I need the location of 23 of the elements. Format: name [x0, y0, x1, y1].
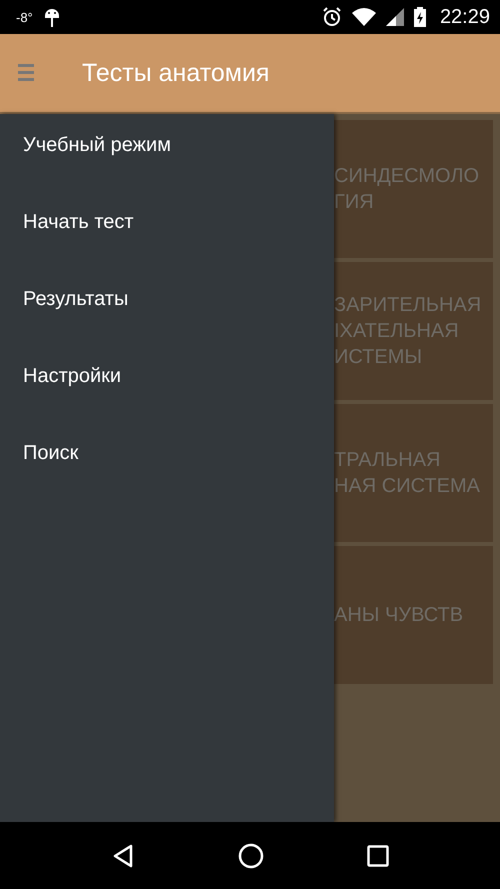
alarm-icon: [322, 7, 342, 27]
card-label: НАЯ СИСТЕМА: [334, 474, 481, 499]
back-icon[interactable]: [111, 844, 136, 868]
card-label: АНЫ ЧУВСТВ: [334, 603, 464, 628]
card-label: ТРАЛЬНАЯ: [334, 448, 442, 473]
drawer-item[interactable]: Учебный режим: [0, 122, 334, 199]
drawer-item[interactable]: Начать тест: [0, 199, 334, 276]
battery-icon: [414, 7, 426, 27]
drawer-item[interactable]: Настройки: [0, 353, 334, 430]
signal-icon: [386, 8, 404, 26]
drawer-item[interactable]: Результаты: [0, 276, 334, 353]
temperature: -8°: [16, 10, 33, 24]
card-label: ЗАРИТЕЛЬНАЯ: [334, 293, 482, 318]
card-label: ІХАТЕЛЬНАЯ: [334, 319, 460, 344]
card-label: ГИЯ: [334, 190, 375, 215]
drawer-item[interactable]: Поиск: [0, 430, 334, 507]
recents-icon[interactable]: [366, 844, 389, 866]
card-label: ИСТЕМЫ: [334, 345, 424, 370]
clock: 22:29: [440, 6, 490, 28]
app-title: Тесты анатомия: [82, 58, 270, 88]
home-icon[interactable]: [238, 842, 264, 868]
wifi-icon: [352, 8, 376, 26]
card-label: СИНДЕСМОЛО: [334, 164, 480, 189]
